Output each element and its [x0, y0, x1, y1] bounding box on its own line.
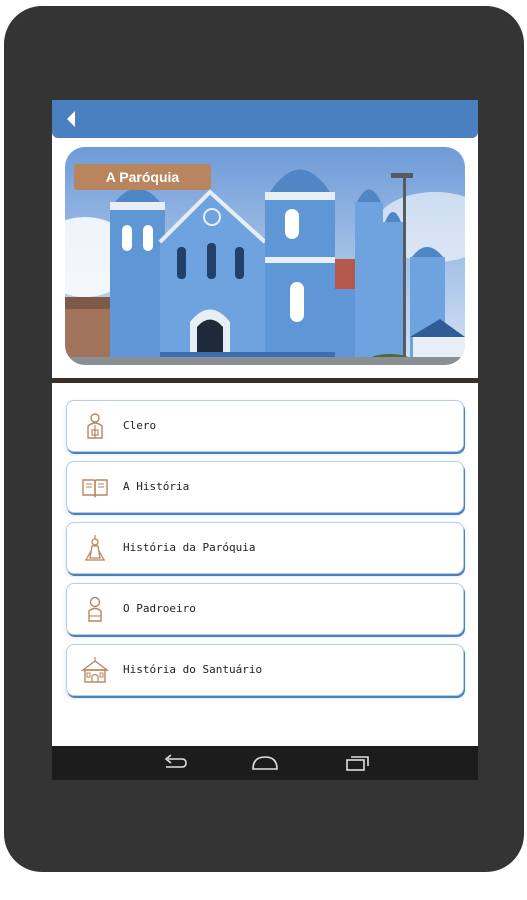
menu-item-label: História do Santuário — [123, 663, 263, 676]
system-nav-bar — [52, 746, 478, 780]
open-book-icon — [82, 479, 108, 498]
hero-image: A Paróquia — [65, 147, 465, 365]
app-screen: A Paróquia Clero A História História da … — [52, 100, 478, 780]
home-nav-icon — [252, 756, 278, 770]
nav-back-button[interactable] — [160, 752, 190, 774]
nav-recents-button[interactable] — [342, 752, 372, 774]
menu-item-o-padroeiro[interactable]: O Padroeiro — [66, 583, 464, 635]
priest-icon — [87, 413, 103, 439]
menu-item-label: História da Paróquia — [123, 541, 256, 554]
recents-nav-icon — [346, 756, 369, 771]
section-divider — [52, 378, 478, 383]
back-nav-icon — [164, 754, 187, 768]
menu-item-label: A História — [123, 480, 190, 493]
back-button[interactable] — [62, 109, 82, 129]
church-building-icon — [81, 657, 109, 683]
menu-item-historia-do-santuario[interactable]: História do Santuário — [66, 644, 464, 696]
saint-statue-icon — [85, 535, 105, 561]
app-bar — [52, 100, 478, 138]
back-arrow-icon — [67, 111, 75, 127]
menu-item-a-historia[interactable]: A História — [66, 461, 464, 513]
nav-home-button[interactable] — [250, 752, 280, 774]
menu-item-label: O Padroeiro — [123, 602, 196, 615]
menu-item-clero[interactable]: Clero — [66, 400, 464, 452]
menu-item-label: Clero — [123, 419, 157, 432]
menu-item-historia-da-paroquia[interactable]: História da Paróquia — [66, 522, 464, 574]
patron-saint-icon — [88, 596, 102, 622]
hero-title-badge: A Paróquia — [74, 164, 211, 190]
menu-list: Clero A História História da Paróquia O … — [66, 400, 464, 705]
